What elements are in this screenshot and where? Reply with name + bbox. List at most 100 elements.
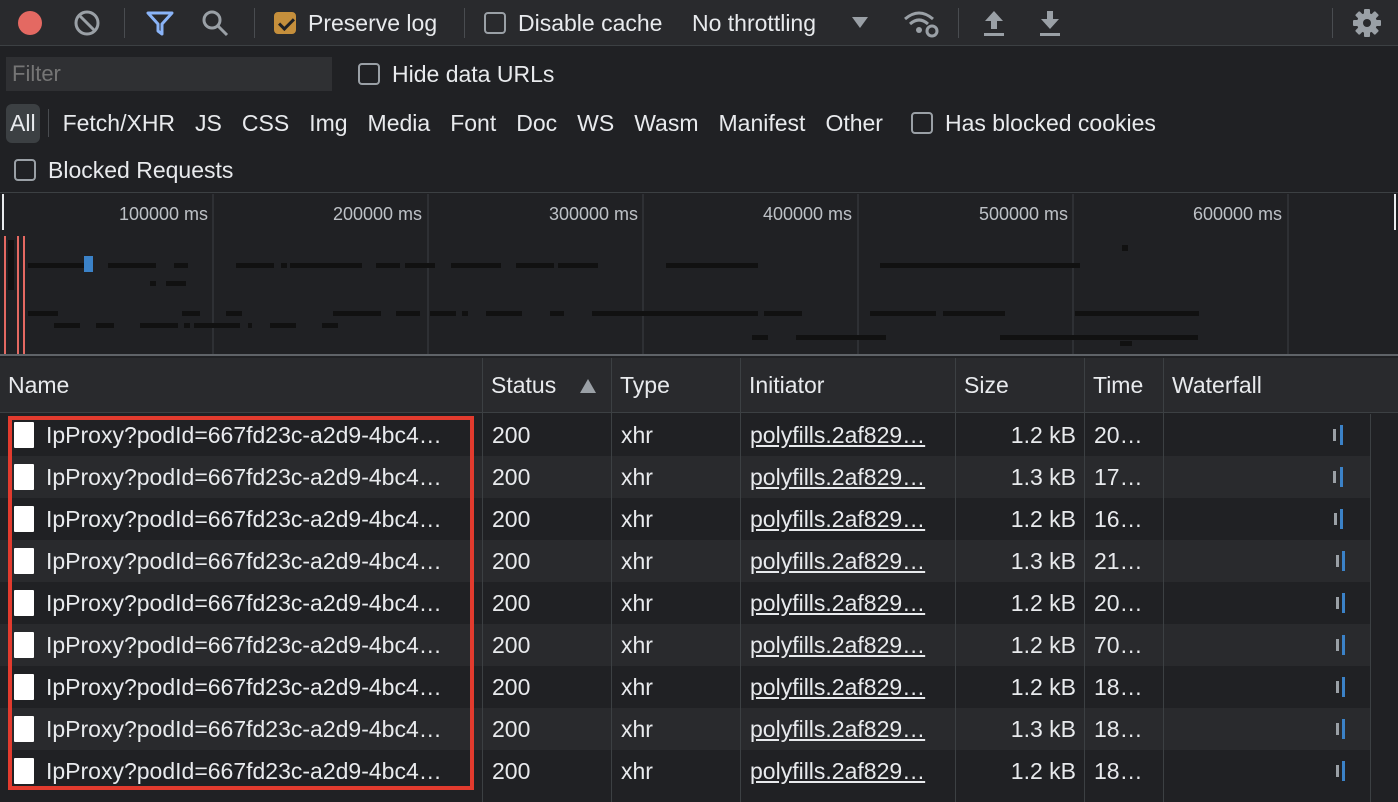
document-icon [14,590,34,616]
waterfall-waiting-bar [1336,555,1339,567]
chevron-down-icon [852,17,869,28]
column-header-name[interactable]: Name [0,358,482,413]
request-status: 200 [492,673,531,700]
request-status: 200 [492,589,531,616]
request-initiator-link[interactable]: polyfills.2af829… [750,498,936,540]
request-initiator-link[interactable]: polyfills.2af829… [750,666,936,708]
request-initiator-link[interactable]: polyfills.2af829… [750,708,936,750]
request-name: IpProxy?podId=667fd23c-a2d9-4bc4… [46,463,442,490]
clear-icon [74,10,100,36]
waterfall-bar [1340,509,1343,529]
request-initiator-link[interactable]: polyfills.2af829… [750,456,936,498]
type-filter-js[interactable]: JS [185,110,232,137]
column-divider[interactable] [1163,358,1164,802]
waterfall-bar [1340,467,1343,487]
request-initiator-link[interactable]: polyfills.2af829… [750,750,936,792]
request-initiator: polyfills.2af829… [750,547,926,574]
table-row[interactable]: IpProxy?podId=667fd23c-a2d9-4bc4… 200 xh… [0,582,1398,624]
download-icon [1040,11,1060,36]
request-status: 200 [492,715,531,742]
column-header-initiator[interactable]: Initiator [741,358,955,413]
document-icon [14,716,34,742]
network-conditions-button[interactable] [902,0,940,46]
search-button[interactable] [200,0,230,46]
request-name: IpProxy?podId=667fd23c-a2d9-4bc4… [46,421,442,448]
table-row[interactable]: IpProxy?podId=667fd23c-a2d9-4bc4… 200 xh… [0,540,1398,582]
request-type: xhr [621,715,653,742]
column-divider[interactable] [482,358,483,802]
request-initiator: polyfills.2af829… [750,505,926,532]
request-initiator-link[interactable]: polyfills.2af829… [750,540,936,582]
type-filter-fetch-xhr[interactable]: Fetch/XHR [53,110,185,137]
request-initiator-link[interactable]: polyfills.2af829… [750,414,936,456]
table-row[interactable]: IpProxy?podId=667fd23c-a2d9-4bc4… 200 xh… [0,750,1398,792]
type-filter-css[interactable]: CSS [232,110,299,137]
request-initiator-link[interactable]: polyfills.2af829… [750,582,936,624]
request-type: xhr [621,463,653,490]
document-icon [14,548,34,574]
hide-data-urls-checkbox[interactable]: Hide data URLs [358,51,554,97]
request-type: xhr [621,421,653,448]
type-filter-ws[interactable]: WS [567,110,624,137]
type-filter-img[interactable]: Img [299,110,357,137]
import-har-button[interactable] [980,0,1008,46]
column-header-waterfall[interactable]: Waterfall [1164,358,1398,413]
request-initiator-link[interactable]: polyfills.2af829… [750,624,936,666]
waterfall-waiting-bar [1333,471,1336,483]
filter-toggle-button[interactable] [145,0,175,46]
table-row[interactable]: IpProxy?podId=667fd23c-a2d9-4bc4… 200 xh… [0,708,1398,750]
type-filter-doc[interactable]: Doc [506,110,567,137]
request-initiator: polyfills.2af829… [750,673,926,700]
filter-input[interactable] [6,57,332,91]
type-filter-all[interactable]: All [6,103,40,143]
column-divider[interactable] [740,358,741,802]
table-row[interactable]: IpProxy?podId=667fd23c-a2d9-4bc4… 200 xh… [0,456,1398,498]
settings-button[interactable] [1352,0,1382,46]
network-toolbar: Preserve log Disable cache No throttling [0,0,1398,46]
export-har-button[interactable] [1036,0,1064,46]
waterfall-scrollbar[interactable] [1370,414,1398,802]
has-blocked-cookies-checkbox[interactable]: Has blocked cookies [910,110,1156,137]
waterfall-waiting-bar [1336,723,1339,735]
waterfall-waiting-bar [1333,429,1336,441]
search-icon [202,10,229,37]
record-button[interactable] [16,0,44,46]
clear-button[interactable] [72,0,102,46]
waterfall-waiting-bar [1336,681,1339,693]
type-filter-font[interactable]: Font [440,110,506,137]
column-header-status[interactable]: Status [483,358,611,413]
request-type: xhr [621,505,653,532]
preserve-log-checkbox[interactable]: Preserve log [274,0,437,46]
toolbar-divider [124,8,125,38]
table-row[interactable]: IpProxy?podId=667fd23c-a2d9-4bc4… 200 xh… [0,414,1398,456]
network-overview[interactable]: 100000 ms 200000 ms 300000 ms 400000 ms … [0,194,1398,356]
request-type: xhr [621,631,653,658]
table-row[interactable]: IpProxy?podId=667fd23c-a2d9-4bc4… 200 xh… [0,666,1398,708]
checkbox-icon [910,112,933,134]
document-icon [14,674,34,700]
throttling-select[interactable]: No throttling [692,0,869,46]
blocked-requests-checkbox[interactable]: Blocked Requests [14,147,233,193]
type-filter-wasm[interactable]: Wasm [624,110,708,137]
checkbox-icon [14,159,36,181]
request-status: 200 [492,505,531,532]
table-row[interactable]: IpProxy?podId=667fd23c-a2d9-4bc4… 200 xh… [0,624,1398,666]
disable-cache-label: Disable cache [518,9,663,36]
toolbar-divider [958,8,959,38]
column-divider[interactable] [1084,358,1085,802]
table-row[interactable]: IpProxy?podId=667fd23c-a2d9-4bc4… 200 xh… [0,498,1398,540]
type-filter-manifest[interactable]: Manifest [709,110,816,137]
disable-cache-checkbox[interactable]: Disable cache [484,0,662,46]
hide-data-urls-label: Hide data URLs [392,60,555,87]
column-divider[interactable] [611,358,612,802]
type-filter-other[interactable]: Other [815,110,893,137]
column-header-status-label: Status [491,372,557,398]
toolbar-divider [464,8,465,38]
filter-icon [146,11,174,36]
column-header-type[interactable]: Type [612,358,740,413]
request-status: 200 [492,421,531,448]
type-filter-media[interactable]: Media [358,110,441,137]
column-divider[interactable] [955,358,956,802]
column-header-size[interactable]: Size [956,358,1084,413]
column-header-time[interactable]: Time [1085,358,1163,413]
